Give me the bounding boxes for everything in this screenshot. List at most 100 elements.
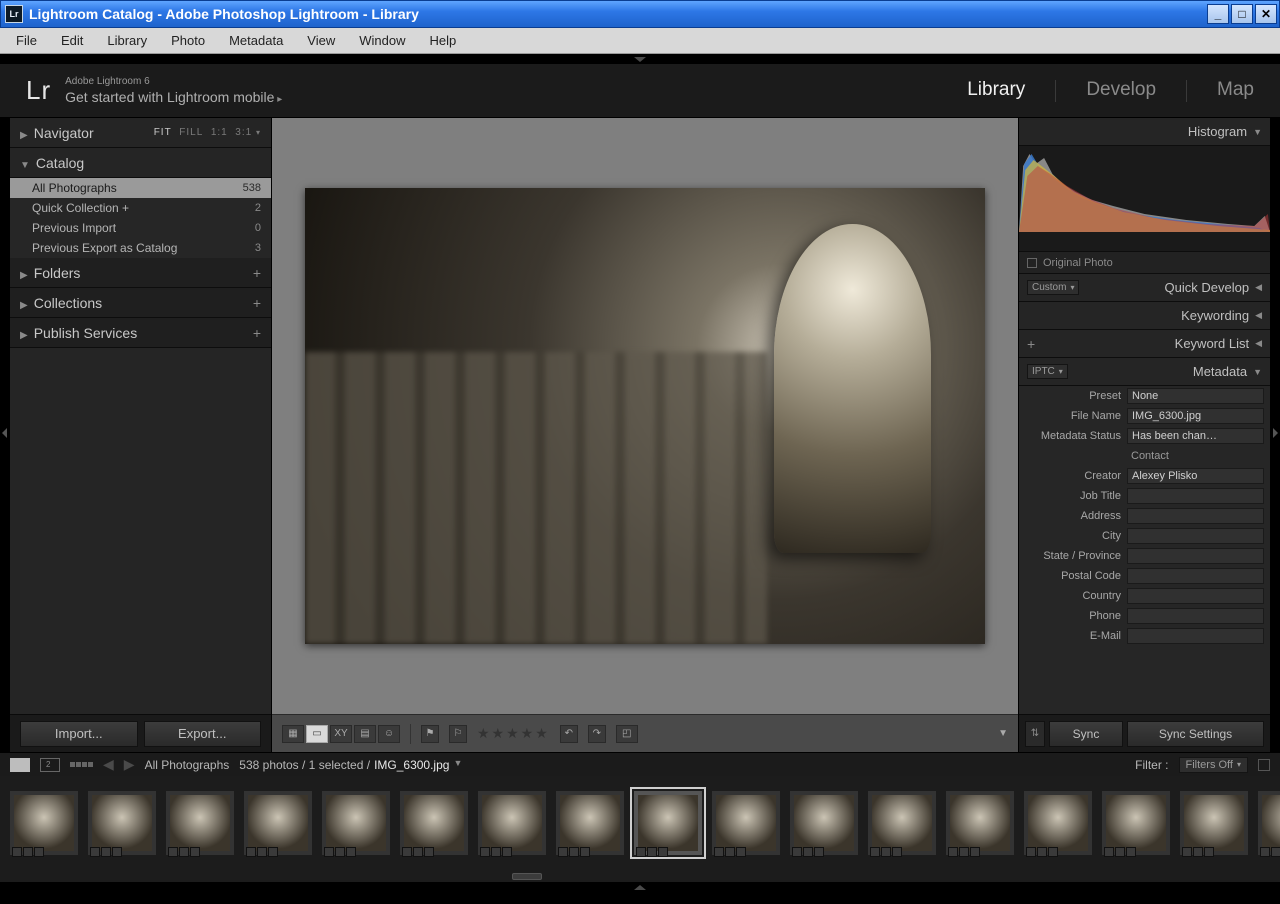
grid-view-icon[interactable]: ▦ xyxy=(282,725,304,743)
rotate-ccw-icon[interactable]: ↶ xyxy=(560,725,578,743)
meta-value[interactable] xyxy=(1127,568,1264,584)
section-header[interactable]: ▶Publish Services+ xyxy=(10,318,271,348)
grid-icon[interactable] xyxy=(70,762,93,767)
meta-value[interactable] xyxy=(1127,548,1264,564)
catalog-item[interactable]: All Photographs538 xyxy=(10,178,271,198)
thumbnail[interactable] xyxy=(868,791,936,855)
meta-value[interactable]: Alexey Plisko xyxy=(1127,468,1264,484)
flag-pick-icon[interactable]: ⚑ xyxy=(421,725,439,743)
survey-view-icon[interactable]: ▤ xyxy=(354,725,376,743)
add-keyword-icon[interactable]: + xyxy=(1027,336,1035,352)
bottom-panel-grip[interactable] xyxy=(0,882,1280,896)
menu-photo[interactable]: Photo xyxy=(159,30,217,51)
metadata-mode-select[interactable]: IPTC xyxy=(1027,364,1068,379)
module-library[interactable]: Library xyxy=(967,79,1025,103)
left-panel-grip[interactable] xyxy=(0,118,10,752)
thumbnail[interactable] xyxy=(712,791,780,855)
compare-view-icon[interactable]: XY xyxy=(330,725,352,743)
meta-value[interactable]: IMG_6300.jpg xyxy=(1127,408,1264,424)
top-panel-grip[interactable] xyxy=(0,54,1280,64)
main-window-icon[interactable] xyxy=(10,758,30,772)
export-button[interactable]: Export... xyxy=(144,721,262,747)
identity-line2[interactable]: Get started with Lightroom mobile xyxy=(65,89,282,105)
loupe-view-icon[interactable]: ▭ xyxy=(306,725,328,743)
section-header[interactable]: ▶Collections+ xyxy=(10,288,271,318)
catalog-title: Catalog xyxy=(36,155,84,171)
meta-value[interactable] xyxy=(1127,488,1264,504)
thumbnail[interactable] xyxy=(10,791,78,855)
original-photo-toggle[interactable]: Original Photo xyxy=(1019,252,1270,274)
filmstrip[interactable] xyxy=(0,776,1280,870)
thumbnail[interactable] xyxy=(556,791,624,855)
thumbnail[interactable] xyxy=(1102,791,1170,855)
flag-reject-icon[interactable]: ⚐ xyxy=(449,725,467,743)
keyword-list-header[interactable]: + Keyword List◀ xyxy=(1019,330,1270,358)
people-view-icon[interactable]: ☺ xyxy=(378,725,400,743)
catalog-item[interactable]: Previous Import0 xyxy=(10,218,271,238)
menu-edit[interactable]: Edit xyxy=(49,30,95,51)
metadata-header[interactable]: IPTC Metadata▼ xyxy=(1019,358,1270,386)
catalog-item[interactable]: Quick Collection +2 xyxy=(10,198,271,218)
thumbnail[interactable] xyxy=(88,791,156,855)
filter-select[interactable]: Filters Off xyxy=(1179,757,1249,773)
crop-frame-icon[interactable]: ◰ xyxy=(616,725,638,743)
catalog-item[interactable]: Previous Export as Catalog3 xyxy=(10,238,271,258)
meta-value[interactable] xyxy=(1127,508,1264,524)
rating-stars[interactable]: ★★★★★ xyxy=(477,725,550,742)
thumbnail[interactable] xyxy=(166,791,234,855)
thumbnail[interactable] xyxy=(1180,791,1248,855)
meta-value[interactable] xyxy=(1127,628,1264,644)
meta-value[interactable]: None xyxy=(1127,388,1264,404)
meta-value[interactable] xyxy=(1127,588,1264,604)
sync-toggle-icon[interactable]: ⇅ xyxy=(1025,721,1045,747)
catalog-header[interactable]: ▼Catalog xyxy=(10,148,271,178)
menu-view[interactable]: View xyxy=(295,30,347,51)
menu-library[interactable]: Library xyxy=(95,30,159,51)
navigator-header[interactable]: ▶Navigator FIT FILL 1:1 3:1 ▾ xyxy=(10,118,271,148)
nav-back-icon[interactable]: ◀ xyxy=(103,756,114,773)
window-close-button[interactable]: ✕ xyxy=(1255,4,1277,24)
thumbnail[interactable] xyxy=(790,791,858,855)
thumbnail[interactable] xyxy=(478,791,546,855)
keywording-header[interactable]: Keywording◀ xyxy=(1019,302,1270,330)
thumbnail[interactable] xyxy=(322,791,390,855)
navigator-zoom-modes[interactable]: FIT FILL 1:1 3:1 ▾ xyxy=(154,127,261,138)
second-window-icon[interactable]: 2 xyxy=(40,758,60,772)
menu-file[interactable]: File xyxy=(4,30,49,51)
section-header[interactable]: ▶Folders+ xyxy=(10,258,271,288)
meta-label: City xyxy=(1019,530,1127,542)
meta-value[interactable] xyxy=(1127,528,1264,544)
toolbar-menu-icon[interactable]: ▼ xyxy=(998,728,1008,739)
thumbnail[interactable] xyxy=(946,791,1014,855)
nav-forward-icon[interactable]: ▶ xyxy=(124,756,135,773)
window-minimize-button[interactable]: _ xyxy=(1207,4,1229,24)
rotate-cw-icon[interactable]: ↷ xyxy=(588,725,606,743)
filter-lock-icon[interactable] xyxy=(1258,759,1270,771)
quick-develop-header[interactable]: Custom Quick Develop◀ xyxy=(1019,274,1270,302)
meta-label: Creator xyxy=(1019,470,1127,482)
menu-help[interactable]: Help xyxy=(418,30,469,51)
right-panel-grip[interactable] xyxy=(1270,118,1280,752)
thumbnail[interactable] xyxy=(1024,791,1092,855)
sync-settings-button[interactable]: Sync Settings xyxy=(1127,721,1264,747)
filmstrip-scrollbar[interactable] xyxy=(0,870,1280,882)
histogram-title: Histogram xyxy=(1188,124,1247,139)
thumbnail[interactable] xyxy=(400,791,468,855)
histogram-header[interactable]: Histogram▼ xyxy=(1019,118,1270,146)
sync-button[interactable]: Sync xyxy=(1049,721,1123,747)
module-map[interactable]: Map xyxy=(1217,79,1254,103)
checkbox-icon[interactable] xyxy=(1027,258,1037,268)
menu-window[interactable]: Window xyxy=(347,30,417,51)
thumbnail[interactable] xyxy=(244,791,312,855)
module-develop[interactable]: Develop xyxy=(1086,79,1156,103)
meta-value[interactable] xyxy=(1127,608,1264,624)
meta-value[interactable]: Has been chan… xyxy=(1127,428,1264,444)
loupe-view[interactable] xyxy=(272,118,1018,714)
filmstrip-source[interactable]: All Photographs xyxy=(145,758,230,772)
thumbnail[interactable] xyxy=(1258,791,1280,855)
thumbnail[interactable] xyxy=(634,791,702,855)
import-button[interactable]: Import... xyxy=(20,721,138,747)
window-maximize-button[interactable]: □ xyxy=(1231,4,1253,24)
menu-metadata[interactable]: Metadata xyxy=(217,30,295,51)
quick-develop-preset[interactable]: Custom xyxy=(1027,280,1079,295)
